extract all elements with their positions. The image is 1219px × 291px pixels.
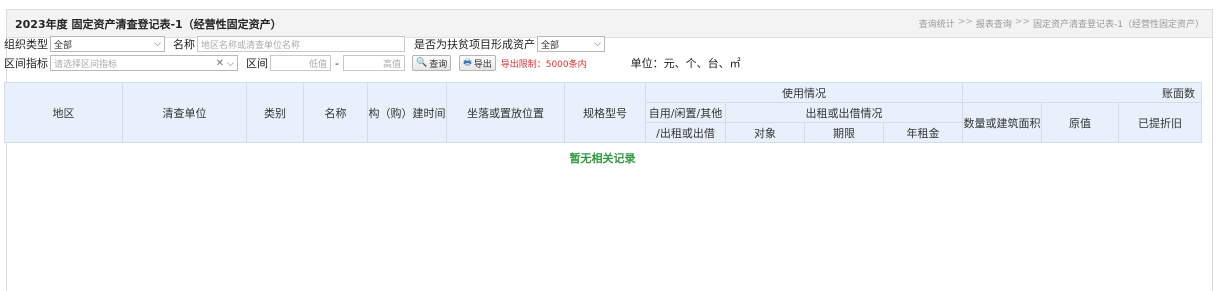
range-max-input[interactable]: 高值 — [342, 55, 405, 71]
col-header-name[interactable]: 名称 — [303, 82, 368, 143]
query-button[interactable]: 🔍 查询 — [411, 55, 452, 71]
col-header-quantity[interactable]: 数量或建筑面积 — [962, 102, 1042, 143]
col-header-original-value[interactable]: 原值 — [1041, 102, 1119, 143]
unit-note: 单位：元、个、台、㎡ — [630, 57, 741, 70]
col-header-self-use[interactable]: 自用/闲置/其他 — [645, 102, 726, 123]
breadcrumb-item-query-stats[interactable]: 查询统计 — [919, 17, 955, 30]
chevron-down-icon: ⌵ — [594, 39, 601, 49]
chevron-down-icon: ⌵ — [154, 39, 161, 49]
name-search-input[interactable]: 地区名称或清查单位名称 — [197, 36, 405, 52]
poverty-project-value: 全部 — [541, 40, 560, 51]
col-group-book: 账面数 — [961, 82, 1203, 103]
breadcrumb-separator: >> — [957, 17, 973, 27]
name-label: 名称 — [173, 38, 195, 51]
search-icon: 🔍 — [415, 58, 428, 68]
col-header-location[interactable]: 坐落或置放位置 — [446, 82, 565, 143]
col-header-region[interactable]: 地区 — [4, 82, 123, 143]
range-label: 区间 — [246, 57, 268, 70]
org-type-select[interactable]: 全部 ⌵ — [50, 36, 165, 52]
breadcrumb-item-current: 固定资产清查登记表-1（经营性固定资产） — [1033, 20, 1204, 30]
poverty-project-label: 是否为扶贫项目形成资产 — [414, 38, 535, 51]
range-min-input[interactable]: 低值 — [270, 55, 331, 71]
empty-state-text: 暂无相关记录 — [569, 152, 636, 165]
filter-row-2: 区间指标 请选择区间指标 ✕ ⌵ 区间 低值 - 高值 🔍 查询 🖶 导出 导出… — [4, 54, 1219, 72]
range-metric-placeholder: 请选择区间指标 — [54, 59, 118, 70]
panel-header: 2023年度 固定资产清查登记表-1（经营性固定资产） 查询统计 >> 报表查询… — [7, 10, 1212, 38]
col-header-spec[interactable]: 规格型号 — [564, 82, 646, 143]
filter-bar: 组织类型 全部 ⌵ 名称 地区名称或清查单位名称 是否为扶贫项目形成资产 全部 … — [4, 35, 1219, 73]
export-button-label: 导出 — [473, 59, 492, 70]
col-header-unit[interactable]: 清查单位 — [122, 82, 247, 143]
col-header-rent-out[interactable]: /出租或出借 — [645, 122, 726, 143]
org-type-value: 全部 — [54, 40, 73, 51]
export-limit-note: 导出限制：5000条内 — [500, 59, 587, 70]
asset-table: 地区 清查单位 类别 名称 构（购）建时间 坐落或置放位置 规格型号 使用情况 … — [4, 82, 1203, 143]
col-group-usage: 使用情况 — [645, 82, 963, 103]
col-header-category[interactable]: 类别 — [246, 82, 304, 143]
export-button[interactable]: 🖶 导出 — [459, 55, 496, 71]
query-button-label: 查询 — [429, 59, 448, 70]
range-metric-select[interactable]: 请选择区间指标 ✕ ⌵ — [50, 55, 238, 71]
col-header-build-time[interactable]: 构（购）建时间 — [367, 82, 447, 143]
page-title: 2023年度 固定资产清查登记表-1（经营性固定资产） — [15, 17, 282, 31]
col-header-depreciation[interactable]: 已提折旧 — [1117, 102, 1203, 143]
poverty-project-select[interactable]: 全部 ⌵ — [537, 36, 605, 52]
printer-icon: 🖶 — [463, 58, 472, 68]
range-dash: - — [335, 56, 339, 70]
breadcrumb: 查询统计 >> 报表查询 >> 固定资产清查登记表-1（经营性固定资产） — [919, 17, 1204, 30]
col-header-annual-rent[interactable]: 年租金 — [883, 122, 963, 143]
col-group-rent-info: 出租或出借情况 — [725, 102, 963, 123]
chevron-down-icon[interactable]: ⌵ — [227, 59, 234, 69]
clear-icon[interactable]: ✕ — [216, 58, 224, 69]
col-header-term[interactable]: 期限 — [804, 122, 884, 143]
range-metric-label: 区间指标 — [4, 57, 48, 70]
breadcrumb-item-report-query[interactable]: 报表查询 — [976, 17, 1012, 30]
org-type-label: 组织类型 — [4, 38, 48, 51]
breadcrumb-separator: >> — [1014, 17, 1031, 27]
col-header-target[interactable]: 对象 — [725, 122, 805, 143]
filter-row-1: 组织类型 全部 ⌵ 名称 地区名称或清查单位名称 是否为扶贫项目形成资产 全部 … — [4, 35, 1219, 53]
